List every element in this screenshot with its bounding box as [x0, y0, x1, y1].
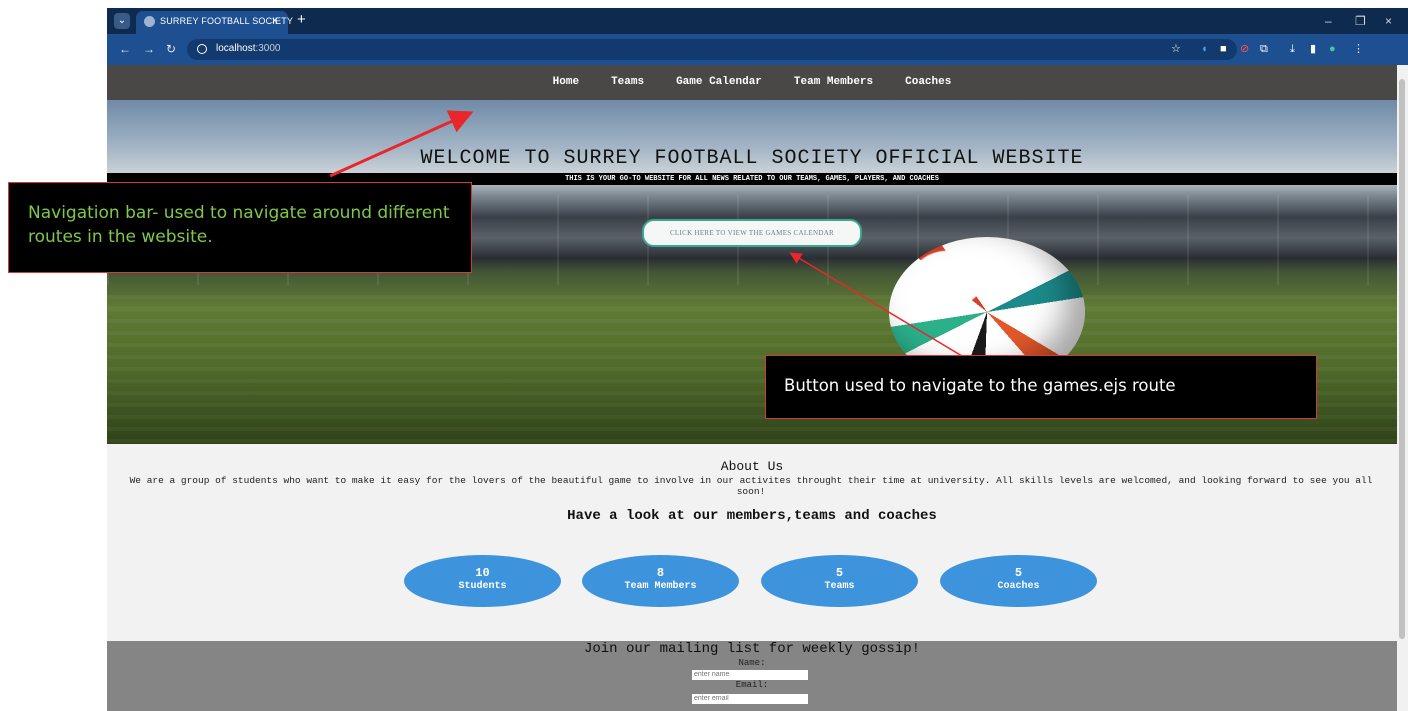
- stat-teams: 5 Teams: [761, 555, 918, 607]
- nav-link-teams[interactable]: Teams: [611, 65, 644, 100]
- stat-coaches: 5 Coaches: [940, 555, 1097, 607]
- name-input[interactable]: [692, 670, 808, 680]
- scrollbar-thumb[interactable]: [1399, 79, 1405, 639]
- games-calendar-button[interactable]: CLICK HERE TO VIEW THE GAMES CALENDAR: [642, 219, 862, 247]
- profile-avatar-icon[interactable]: ●: [1329, 43, 1336, 56]
- nav-link-game-calendar[interactable]: Game Calendar: [676, 65, 762, 100]
- minimize-button[interactable]: –: [1325, 14, 1332, 28]
- browser-tab[interactable]: SURREY FOOTBALL SOCIETY ×: [136, 11, 293, 34]
- extension-block-icon[interactable]: ⊘: [1240, 43, 1249, 56]
- about-section: About Us We are a group of students who …: [107, 444, 1397, 641]
- download-icon[interactable]: ⤓: [1290, 43, 1295, 56]
- url-port: :3000: [255, 43, 281, 54]
- extension-square-icon[interactable]: ■: [1220, 43, 1227, 56]
- members-heading: Have a look at our members,teams and coa…: [567, 508, 937, 524]
- new-tab-button[interactable]: +: [297, 12, 306, 27]
- name-label: Name:: [738, 658, 766, 668]
- site-nav-bar: Home Teams Game Calendar Team Members Co…: [107, 65, 1397, 100]
- close-window-button[interactable]: ×: [1385, 14, 1392, 28]
- nav-link-home[interactable]: Home: [553, 65, 579, 100]
- stat-label: Teams: [824, 581, 855, 592]
- url-host: localhost: [216, 43, 256, 54]
- email-input[interactable]: [692, 694, 808, 704]
- email-label: Email:: [735, 680, 769, 690]
- nav-link-team-members[interactable]: Team Members: [794, 65, 873, 100]
- about-text: We are a group of students who want to m…: [129, 475, 1373, 497]
- stat-label: Coaches: [997, 581, 1040, 592]
- browser-toolbar: ← → ↻ localhost:3000 ☆ ◖ ■ ⊘ ⧉ ⤓ ▮ ● ⋮: [107, 34, 1408, 65]
- stats-row: 10 Students 8 Team Members 5 Teams 5 Coa…: [107, 555, 1397, 607]
- extension-audio-icon[interactable]: ◖: [1201, 43, 1208, 56]
- menu-kebab-icon[interactable]: ⋮: [1353, 43, 1364, 56]
- tab-search-icon[interactable]: ⌄: [114, 13, 130, 29]
- mailing-list-section: Join our mailing list for weekly gossip!…: [107, 641, 1397, 711]
- stat-students: 10 Students: [404, 555, 561, 607]
- stat-value: 10: [475, 566, 490, 580]
- stat-value: 5: [1014, 566, 1023, 580]
- back-icon[interactable]: ←: [119, 43, 131, 55]
- stat-value: 5: [835, 566, 844, 580]
- address-bar[interactable]: localhost:3000: [187, 39, 1237, 60]
- about-title: About Us: [720, 459, 784, 474]
- stat-label: Team Members: [624, 581, 697, 592]
- stat-label: Students: [458, 581, 507, 592]
- hero-title: WELCOME TO SURREY FOOTBALL SOCIETY OFFIC…: [420, 147, 1084, 170]
- tab-bar: ⌄ SURREY FOOTBALL SOCIETY × + – ❐ ×: [107, 8, 1408, 34]
- nav-link-coaches[interactable]: Coaches: [905, 65, 951, 100]
- extensions-puzzle-icon[interactable]: ⧉: [1260, 43, 1268, 56]
- button-annotation-callout: Button used to navigate to the games.ejs…: [765, 355, 1317, 419]
- stat-value: 8: [656, 566, 665, 580]
- page-scrollbar[interactable]: [1397, 65, 1408, 711]
- reload-icon[interactable]: ↻: [166, 43, 176, 55]
- maximize-button[interactable]: ❐: [1355, 14, 1366, 28]
- stat-team-members: 8 Team Members: [582, 555, 739, 607]
- bookmark-star-icon[interactable]: ☆: [1171, 43, 1181, 56]
- site-info-icon[interactable]: [197, 44, 207, 54]
- forward-icon[interactable]: →: [143, 43, 155, 55]
- side-panel-icon[interactable]: ▮: [1310, 43, 1316, 56]
- tab-close-icon[interactable]: ×: [272, 15, 278, 27]
- url-text: localhost:3000: [216, 43, 281, 54]
- nav-annotation-text: Navigation bar- used to navigate around …: [28, 203, 450, 247]
- mailing-title: Join our mailing list for weekly gossip!: [583, 641, 921, 657]
- globe-icon: [144, 16, 155, 27]
- nav-annotation-callout: Navigation bar- used to navigate around …: [8, 182, 472, 273]
- button-annotation-text: Button used to navigate to the games.ejs…: [784, 376, 1176, 395]
